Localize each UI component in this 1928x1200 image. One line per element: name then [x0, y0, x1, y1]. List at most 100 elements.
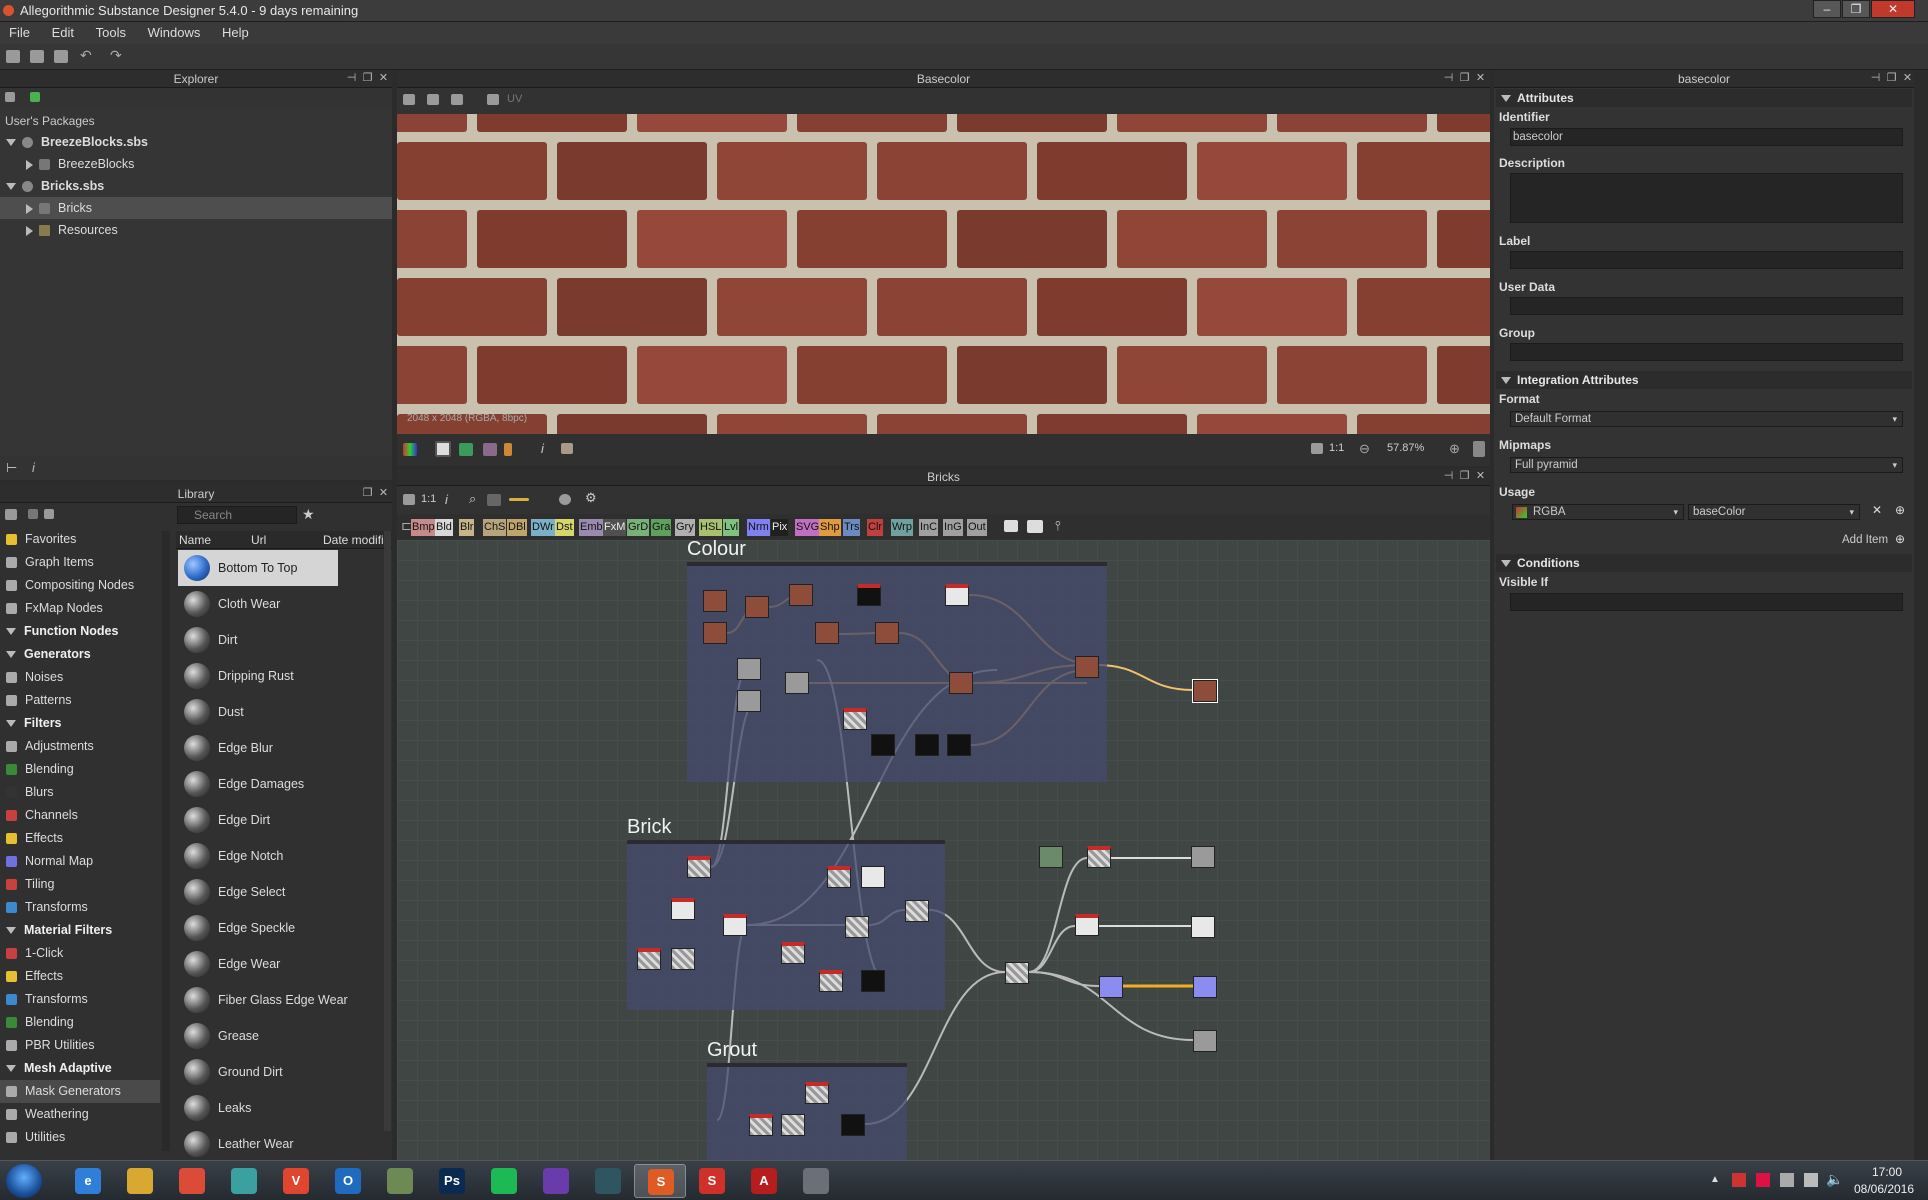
- select-icon[interactable]: [487, 494, 501, 506]
- node-button-wrp[interactable]: Wrp: [891, 519, 913, 536]
- vivaldi-taskbar-button[interactable]: V: [270, 1164, 322, 1198]
- items-scrollbar[interactable]: [384, 531, 391, 1131]
- library-item[interactable]: Leather Wear: [178, 1126, 388, 1162]
- graph-frame[interactable]: [627, 840, 945, 1010]
- link-style-icon[interactable]: [509, 498, 529, 501]
- fit-icon[interactable]: [1311, 443, 1323, 454]
- maximize-button[interactable]: ❐: [1842, 0, 1870, 18]
- add-item-link[interactable]: Add Item: [1842, 534, 1888, 546]
- graph-node[interactable]: [785, 672, 809, 694]
- info-icon[interactable]: i: [32, 460, 35, 475]
- graph-node[interactable]: [857, 584, 881, 606]
- graph-node[interactable]: [841, 1114, 865, 1136]
- camera-icon[interactable]: [403, 94, 415, 105]
- graph-node[interactable]: [703, 622, 727, 644]
- node-button-dst[interactable]: Dst: [555, 519, 574, 536]
- library-item[interactable]: Edge Notch: [178, 838, 388, 874]
- userdata-input[interactable]: [1510, 297, 1903, 315]
- graph-node[interactable]: [671, 948, 695, 970]
- usage-value-dropdown[interactable]: baseColor: [1688, 504, 1860, 520]
- tiling-icon[interactable]: [483, 443, 497, 456]
- close-button[interactable]: ✕: [1871, 0, 1915, 18]
- graph-node[interactable]: [1075, 656, 1099, 678]
- node-button-emb[interactable]: Emb: [579, 519, 604, 536]
- zoom-in-icon[interactable]: ⊕: [1449, 441, 1460, 457]
- library-item[interactable]: Edge Dirt: [178, 802, 388, 838]
- graph-node[interactable]: [861, 866, 885, 888]
- photoshop-taskbar-button[interactable]: Ps: [426, 1164, 478, 1198]
- histogram-icon[interactable]: [504, 443, 512, 456]
- node-button-inc[interactable]: InC: [919, 519, 939, 536]
- tray-flag-icon[interactable]: [1780, 1173, 1794, 1187]
- graph-node[interactable]: [1191, 846, 1215, 868]
- float-icon[interactable]: ❐: [1459, 73, 1470, 84]
- 3d-app-taskbar-button[interactable]: [582, 1164, 634, 1198]
- graph-frame[interactable]: [707, 1063, 907, 1160]
- library-item[interactable]: Edge Speckle: [178, 910, 388, 946]
- substance-designer-taskbar-button[interactable]: S: [634, 1164, 686, 1198]
- graph-node[interactable]: [843, 708, 867, 730]
- tree-item-bricks-sbs[interactable]: Bricks.sbs: [0, 175, 392, 197]
- comment-icon[interactable]: [1004, 520, 1018, 532]
- graph-node[interactable]: [737, 690, 761, 712]
- pin-icon[interactable]: ⊣: [1443, 471, 1454, 482]
- library-item[interactable]: Edge Select: [178, 874, 388, 910]
- graph-node[interactable]: [805, 1082, 829, 1104]
- expand-arrow-icon[interactable]: [6, 139, 16, 147]
- open-icon[interactable]: [30, 50, 44, 63]
- node-button-trs[interactable]: Trs: [843, 519, 861, 536]
- node-color-icon[interactable]: [559, 494, 571, 505]
- chrome-taskbar-button[interactable]: [166, 1164, 218, 1198]
- visual-studio-taskbar-button[interactable]: [530, 1164, 582, 1198]
- new-icon[interactable]: [6, 50, 20, 63]
- node-button-hsl[interactable]: HSL: [699, 519, 723, 536]
- graph-node[interactable]: [945, 584, 969, 606]
- tray-arrow-icon[interactable]: ▲: [1710, 1174, 1720, 1185]
- graph-node[interactable]: [781, 1114, 805, 1136]
- new-package-icon[interactable]: [5, 92, 15, 102]
- ratio-label[interactable]: 1:1: [1329, 442, 1344, 454]
- graph-node[interactable]: [637, 948, 661, 970]
- library-item[interactable]: Dust: [178, 694, 388, 730]
- collapse-arrow-icon[interactable]: [26, 203, 33, 214]
- node-button-gry[interactable]: Gry: [675, 519, 695, 536]
- node-button-bld[interactable]: Bld: [435, 519, 453, 536]
- close-panel-icon[interactable]: ✕: [1475, 73, 1486, 84]
- graph-ratio-label[interactable]: 1:1: [421, 493, 436, 505]
- add-usage-icon[interactable]: ⊕: [1895, 503, 1905, 517]
- graph-node[interactable]: [949, 672, 973, 694]
- node-button-pix[interactable]: Pix: [771, 519, 789, 536]
- close-panel-icon[interactable]: ✕: [378, 488, 389, 499]
- node-button-ing[interactable]: InG: [943, 519, 963, 536]
- graph-node[interactable]: [1193, 1030, 1217, 1052]
- node-button-clr[interactable]: Clr: [867, 519, 884, 536]
- uv-toggle[interactable]: UV: [507, 93, 522, 105]
- graph-canvas[interactable]: Colour Brick Grout: [397, 540, 1490, 1160]
- graph-node[interactable]: [1099, 976, 1123, 998]
- image-viewer-taskbar-button[interactable]: [374, 1164, 426, 1198]
- spotify-taskbar-button[interactable]: [478, 1164, 530, 1198]
- graph-node[interactable]: [827, 866, 851, 888]
- viewer-2d-canvas[interactable]: 2048 x 2048 (RGBA, 8bpc): [397, 114, 1490, 434]
- collapse-arrow-icon[interactable]: [26, 159, 33, 170]
- float-icon[interactable]: ❐: [362, 488, 373, 499]
- menu-file[interactable]: File: [0, 22, 39, 43]
- info-icon[interactable]: i: [445, 492, 448, 507]
- search-icon[interactable]: ⌕: [469, 491, 476, 507]
- graph-node[interactable]: [845, 916, 869, 938]
- graph-node[interactable]: [905, 900, 929, 922]
- library-item[interactable]: Bottom To Top: [178, 550, 338, 586]
- library-item[interactable]: Edge Blur: [178, 730, 388, 766]
- identifier-input[interactable]: basecolor: [1510, 128, 1903, 146]
- redo-icon[interactable]: ↷: [110, 47, 124, 63]
- usage-channel-dropdown[interactable]: RGBA: [1512, 504, 1684, 520]
- start-button[interactable]: [6, 1164, 42, 1198]
- library-item[interactable]: Dirt: [178, 622, 388, 658]
- library-item[interactable]: Edge Wear: [178, 946, 388, 982]
- visible-if-input[interactable]: [1510, 593, 1903, 611]
- pin-icon[interactable]: ⊣: [1870, 73, 1881, 84]
- zoom-out-icon[interactable]: ⊖: [1359, 441, 1370, 457]
- library-item[interactable]: Edge Damages: [178, 766, 388, 802]
- node-button-nrm[interactable]: Nrm: [747, 519, 770, 536]
- close-panel-icon[interactable]: ✕: [1475, 471, 1486, 482]
